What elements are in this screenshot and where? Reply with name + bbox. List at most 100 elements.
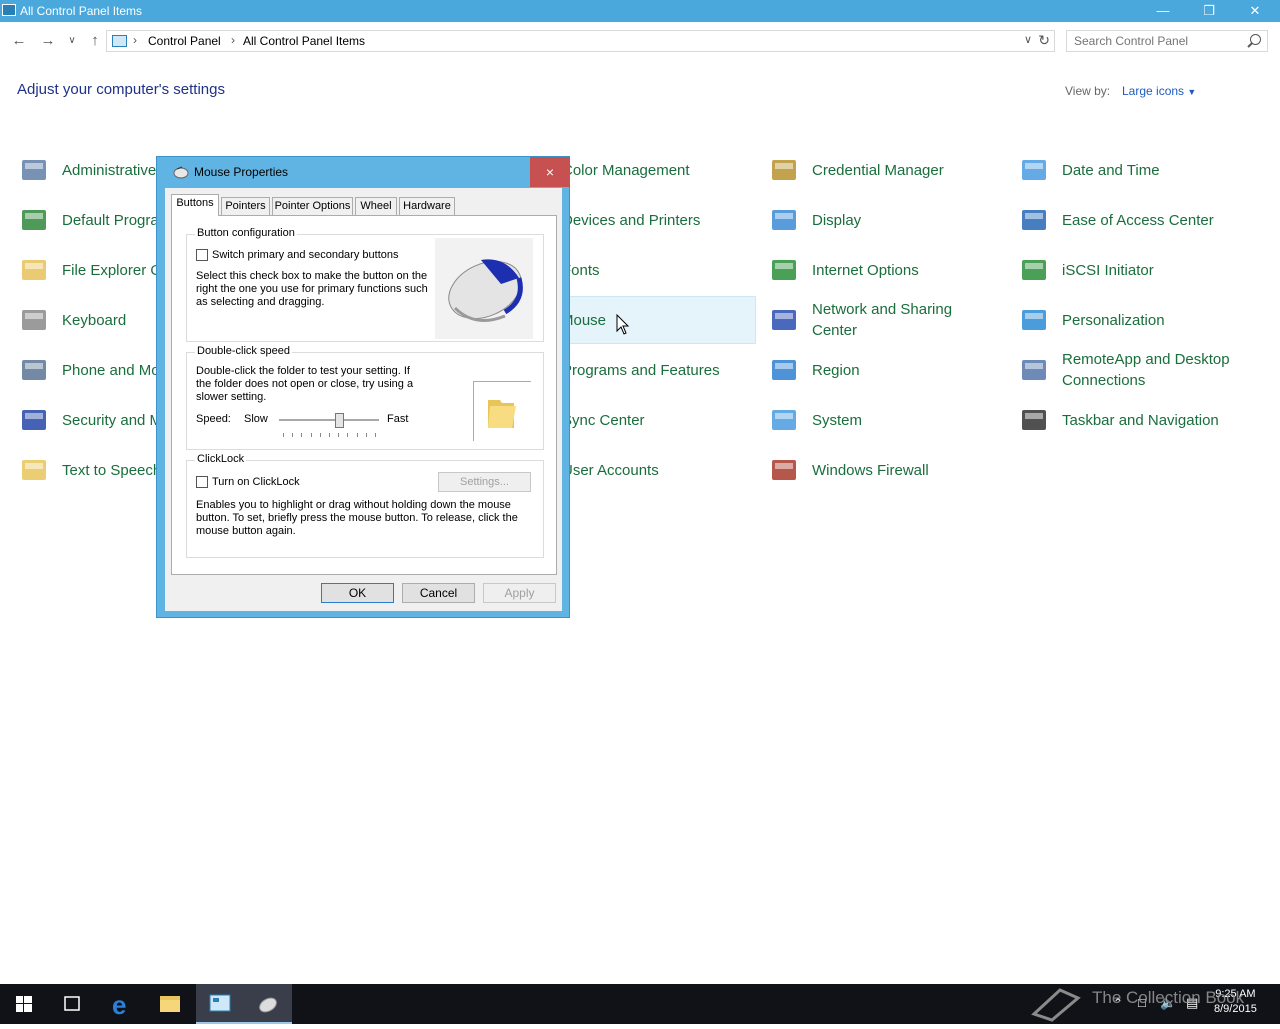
forward-arrow-icon[interactable]: →	[38, 31, 58, 51]
control-panel-item-label[interactable]: Ease of Access Center	[1062, 210, 1214, 231]
speech-icon[interactable]	[18, 455, 50, 487]
windows-logo-icon[interactable]	[0, 984, 48, 1024]
control-panel-item[interactable]: Credential Manager	[768, 146, 1008, 194]
control-panel-item[interactable]: iSCSI Initiator	[1018, 246, 1268, 294]
close-window-button[interactable]: ✕	[1232, 0, 1278, 22]
control-panel-item-label[interactable]: Programs and Features	[562, 360, 720, 381]
control-panel-item[interactable]: System	[768, 396, 1008, 444]
control-panel-item-label[interactable]: Devices and Printers	[562, 210, 700, 231]
refresh-icon[interactable]: ↻	[1038, 32, 1050, 49]
dialog-close-button[interactable]: ×	[530, 157, 570, 187]
display-icon[interactable]	[768, 205, 800, 237]
tab-pointer-options[interactable]: Pointer Options	[272, 197, 353, 215]
control-panel-item-label[interactable]: iSCSI Initiator	[1062, 260, 1154, 281]
folder-icon[interactable]	[474, 382, 532, 442]
folder-options-icon[interactable]	[18, 255, 50, 287]
control-panel-item[interactable]: Network and Sharing Center	[768, 296, 1008, 344]
network-icon[interactable]	[768, 305, 800, 337]
default-programs-icon[interactable]	[18, 205, 50, 237]
control-panel-item[interactable]: Personalization	[1018, 296, 1268, 344]
control-panel-item[interactable]: RemoteApp and Desktop Connections	[1018, 346, 1268, 394]
control-panel-item-label[interactable]: Keyboard	[62, 310, 126, 331]
control-panel-task-button[interactable]	[196, 984, 244, 1024]
search-input[interactable]	[1067, 31, 1237, 51]
start-button[interactable]	[0, 984, 48, 1024]
control-panel-item-label[interactable]: Windows Firewall	[812, 460, 929, 481]
speed-slider-track[interactable]	[279, 419, 379, 421]
control-panel-item[interactable]: Region	[768, 346, 1008, 394]
folder-icon[interactable]	[146, 984, 194, 1024]
calendar-icon[interactable]	[1018, 155, 1050, 187]
clicklock-checkbox[interactable]	[196, 476, 208, 488]
control-panel-item[interactable]: Date and Time	[1018, 146, 1268, 194]
switch-buttons-label[interactable]: Switch primary and secondary buttons	[212, 249, 398, 262]
edge-icon[interactable]: e	[98, 984, 146, 1024]
chevron-right-icon[interactable]: ›	[133, 33, 137, 47]
control-panel-item-label[interactable]: Credential Manager	[812, 160, 944, 181]
control-panel-item[interactable]: Ease of Access Center	[1018, 196, 1268, 244]
recent-locations-icon[interactable]: ∨	[62, 31, 82, 51]
control-panel-item-label[interactable]: RemoteApp and Desktop Connections	[1062, 349, 1252, 391]
control-panel-item-label[interactable]: Region	[812, 360, 860, 381]
control-panel-item-label[interactable]: Internet Options	[812, 260, 919, 281]
edge-button[interactable]: e	[98, 984, 146, 1024]
globe-icon[interactable]	[768, 255, 800, 287]
clicklock-settings-button[interactable]: Settings...	[438, 472, 531, 492]
flag-icon[interactable]	[18, 405, 50, 437]
tab-wheel[interactable]: Wheel	[355, 197, 397, 215]
search-box[interactable]	[1066, 30, 1268, 52]
control-panel-item-label[interactable]: Color Management	[562, 160, 690, 181]
control-panel-icon[interactable]	[196, 984, 244, 1024]
test-folder-area[interactable]	[473, 381, 531, 441]
file-explorer-button[interactable]	[146, 984, 194, 1024]
mouse-icon[interactable]	[244, 984, 292, 1024]
firewall-icon[interactable]	[768, 455, 800, 487]
remote-icon[interactable]	[1018, 355, 1050, 387]
tab-pointers[interactable]: Pointers	[221, 197, 270, 215]
iscsi-icon[interactable]	[1018, 255, 1050, 287]
up-arrow-icon[interactable]: ↑	[85, 31, 105, 51]
taskbar-icon[interactable]	[1018, 405, 1050, 437]
control-panel-item[interactable]: Internet Options	[768, 246, 1008, 294]
breadcrumb-control-panel[interactable]: Control Panel	[148, 34, 221, 48]
clicklock-label[interactable]: Turn on ClickLock	[212, 476, 300, 489]
breadcrumb-all-items[interactable]: All Control Panel Items	[243, 34, 365, 48]
control-panel-item-label[interactable]: System	[812, 410, 862, 431]
mouse-properties-task-button[interactable]	[244, 984, 292, 1024]
minimize-button[interactable]: —	[1140, 0, 1186, 22]
tab-hardware[interactable]: Hardware	[399, 197, 455, 215]
view-by-dropdown[interactable]: Large icons ▼	[1122, 84, 1196, 98]
caret-down-icon[interactable]: ▼	[1187, 87, 1196, 97]
control-panel-item-label[interactable]: User Accounts	[562, 460, 659, 481]
control-panel-item-label[interactable]: Network and Sharing Center	[812, 299, 982, 341]
control-panel-item-label[interactable]: Taskbar and Navigation	[1062, 410, 1219, 431]
ease-icon[interactable]	[1018, 205, 1050, 237]
region-icon[interactable]	[768, 355, 800, 387]
phone-icon[interactable]	[18, 355, 50, 387]
restore-button[interactable]: ❐	[1186, 0, 1232, 22]
keyboard-icon[interactable]	[18, 305, 50, 337]
control-panel-item-label[interactable]: Sync Center	[562, 410, 645, 431]
control-panel-item[interactable]: Display	[768, 196, 1008, 244]
control-panel-item-label[interactable]: Personalization	[1062, 310, 1165, 331]
task-view-button[interactable]	[48, 984, 96, 1024]
personalization-icon[interactable]	[1018, 305, 1050, 337]
task-view-icon[interactable]	[48, 984, 96, 1024]
search-icon[interactable]	[1250, 34, 1261, 45]
address-bar[interactable]: › Control Panel › All Control Panel Item…	[106, 30, 1055, 52]
chevron-right-icon[interactable]: ›	[231, 33, 235, 47]
ok-button[interactable]: OK	[321, 583, 394, 603]
view-by-value[interactable]: Large icons	[1122, 84, 1184, 98]
switch-buttons-checkbox[interactable]	[196, 249, 208, 261]
system-icon[interactable]	[768, 405, 800, 437]
back-arrow-icon[interactable]: ←	[9, 31, 29, 51]
control-panel-item[interactable]: Windows Firewall	[768, 446, 1008, 494]
admin-tools-icon[interactable]	[18, 155, 50, 187]
cancel-button[interactable]: Cancel	[402, 583, 475, 603]
chevron-down-icon[interactable]: ∨	[1024, 33, 1032, 46]
tab-buttons[interactable]: Buttons	[171, 194, 219, 216]
speed-slider-thumb[interactable]	[335, 413, 344, 428]
apply-button[interactable]: Apply	[483, 583, 556, 603]
control-panel-item[interactable]: Taskbar and Navigation	[1018, 396, 1268, 444]
vault-icon[interactable]	[768, 155, 800, 187]
